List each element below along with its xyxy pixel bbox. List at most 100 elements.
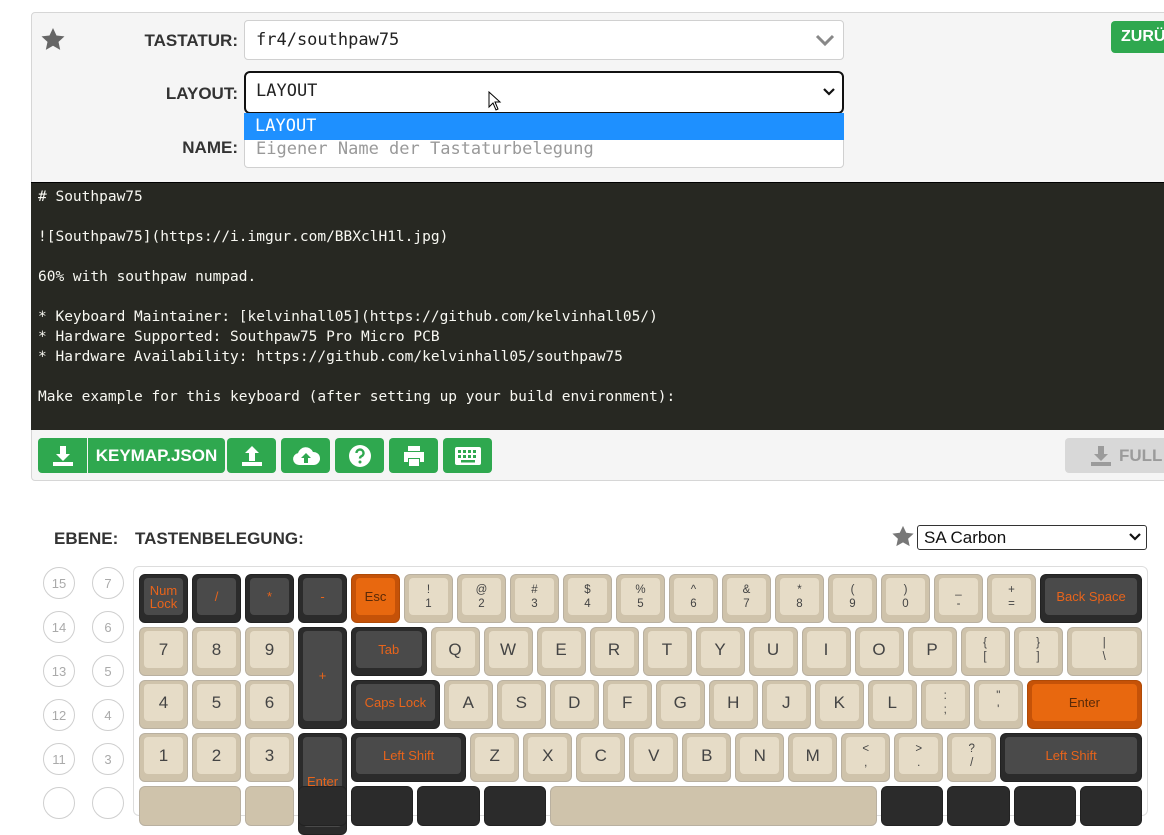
key[interactable]: :; (920, 680, 970, 729)
key[interactable]: 6 (245, 680, 294, 729)
key[interactable]: C (576, 733, 626, 782)
key[interactable] (245, 786, 294, 826)
key[interactable]: I (801, 627, 851, 676)
key[interactable]: % 5 (616, 574, 665, 623)
key[interactable]: Q (430, 627, 480, 676)
key[interactable]: 1 (139, 733, 188, 782)
layout-select[interactable]: LAYOUT (244, 71, 844, 114)
layer-button-partial[interactable] (43, 787, 75, 819)
key[interactable]: B (682, 733, 732, 782)
key[interactable]: F (602, 680, 652, 729)
key[interactable]: 2 (192, 733, 241, 782)
key[interactable]: Back Space (1040, 574, 1142, 623)
layer-button-11[interactable]: 11 (43, 743, 75, 775)
key[interactable]: ! 1 (404, 574, 453, 623)
key[interactable]: <, (841, 733, 891, 782)
favorite-colorway-star-icon[interactable] (890, 524, 916, 549)
layer-button-3[interactable]: 3 (92, 743, 124, 775)
key[interactable]: (9 (828, 574, 877, 623)
key[interactable]: L (867, 680, 917, 729)
key[interactable]: 8 (192, 627, 241, 676)
key[interactable]: D (549, 680, 599, 729)
key[interactable]: O (854, 627, 904, 676)
key[interactable]: " ' (973, 680, 1023, 729)
key[interactable] (351, 786, 414, 826)
key[interactable]: U (748, 627, 798, 676)
key[interactable]: 5 (192, 680, 241, 729)
key[interactable]: + = (987, 574, 1036, 623)
key[interactable]: Z (470, 733, 520, 782)
key[interactable]: Enter (1026, 680, 1142, 729)
key[interactable]: * (245, 574, 294, 623)
key[interactable]: Caps Lock (351, 680, 440, 729)
key[interactable]: * 8 (775, 574, 824, 623)
key[interactable] (1013, 786, 1076, 826)
key[interactable]: >. (894, 733, 944, 782)
key[interactable] (483, 786, 546, 826)
layer-button-12[interactable]: 12 (43, 699, 75, 731)
cloud-upload-button[interactable] (281, 438, 330, 473)
key[interactable]: N (735, 733, 785, 782)
key[interactable]: Left Shift (351, 733, 467, 782)
key[interactable]: ? / (947, 733, 997, 782)
key[interactable]: 3 (245, 733, 294, 782)
upload-keymap-button[interactable] (227, 438, 276, 473)
key[interactable]: W (483, 627, 533, 676)
key[interactable]: V (629, 733, 679, 782)
layer-button-partial[interactable] (92, 787, 124, 819)
key[interactable]: Num Lock (139, 574, 188, 623)
key[interactable]: 7 (139, 627, 188, 676)
full-source-button[interactable]: FULL (1065, 438, 1164, 473)
key[interactable]: P (907, 627, 957, 676)
keymap-json-button[interactable]: KEYMAP.JSON (88, 438, 225, 473)
download-keymap-button[interactable] (38, 438, 87, 473)
key[interactable] (549, 786, 877, 826)
key[interactable]: Esc (351, 574, 400, 623)
keyboard-select[interactable]: fr4/southpaw75 (244, 20, 844, 60)
readme-viewer[interactable]: # Southpaw75 ![Southpaw75](https://i.img… (31, 182, 1164, 430)
key[interactable] (139, 786, 241, 826)
key[interactable]: K (814, 680, 864, 729)
key[interactable]: S (496, 680, 546, 729)
key[interactable]: | \ (1066, 627, 1142, 676)
key[interactable] (947, 786, 1010, 826)
layer-button-7[interactable]: 7 (92, 567, 124, 599)
key[interactable] (417, 786, 480, 826)
colorway-select[interactable]: SA Carbon (917, 525, 1147, 550)
reset-button[interactable]: ZURÜ (1111, 21, 1164, 53)
key[interactable]: H (708, 680, 758, 729)
layout-option[interactable]: LAYOUT (244, 113, 844, 140)
key[interactable]: X (523, 733, 573, 782)
key[interactable]: E (536, 627, 586, 676)
key[interactable]: Tab (351, 627, 427, 676)
key[interactable]: 9 (245, 627, 294, 676)
key[interactable] (881, 786, 944, 826)
key[interactable]: @2 (457, 574, 506, 623)
layer-button-5[interactable]: 5 (92, 655, 124, 687)
key[interactable]: M (788, 733, 838, 782)
key[interactable]: 4 (139, 680, 188, 729)
key[interactable]: Y (695, 627, 745, 676)
key[interactable]: J (761, 680, 811, 729)
key[interactable]: + (298, 627, 347, 729)
layer-button-13[interactable]: 13 (43, 655, 75, 687)
key[interactable]: & 7 (722, 574, 771, 623)
key[interactable]: }] (1013, 627, 1063, 676)
layer-button-6[interactable]: 6 (92, 611, 124, 643)
layer-button-14[interactable]: 14 (43, 611, 75, 643)
key[interactable]: {[ (960, 627, 1010, 676)
layer-button-4[interactable]: 4 (92, 699, 124, 731)
key[interactable]: T (642, 627, 692, 676)
key[interactable]: A (443, 680, 493, 729)
key[interactable]: / (192, 574, 241, 623)
keyboard-test-button[interactable] (443, 438, 492, 473)
key[interactable] (1079, 786, 1142, 826)
key[interactable]: Left Shift (1000, 733, 1142, 782)
help-button[interactable] (335, 438, 384, 473)
key[interactable]: - (298, 574, 347, 623)
key[interactable]: G (655, 680, 705, 729)
layer-button-15[interactable]: 15 (43, 567, 75, 599)
key[interactable] (298, 786, 347, 826)
key[interactable]: R (589, 627, 639, 676)
key[interactable]: #3 (510, 574, 559, 623)
